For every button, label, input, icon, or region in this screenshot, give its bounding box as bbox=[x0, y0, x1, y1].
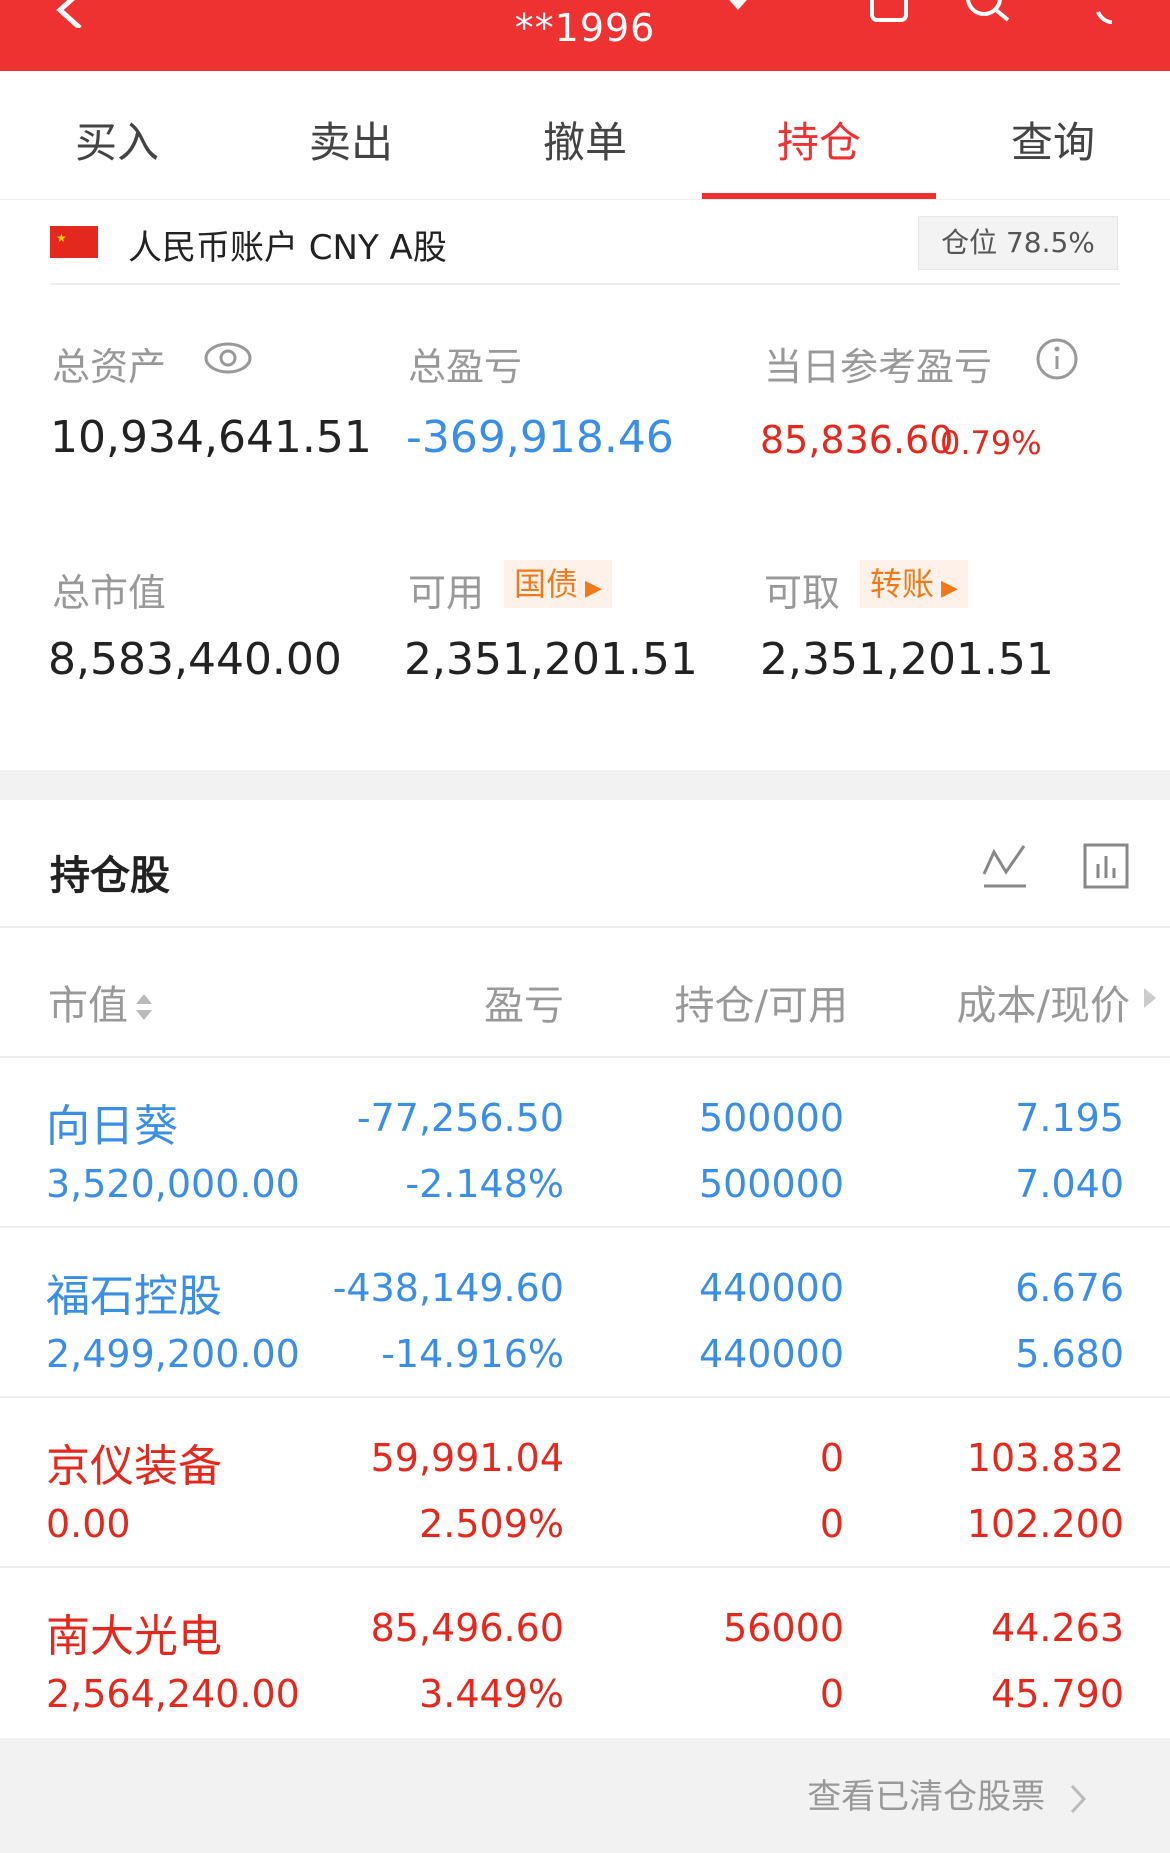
stock-available: 0 bbox=[819, 1672, 844, 1716]
cleared-stocks-link[interactable]: 查看已清仓股票 bbox=[807, 1769, 1090, 1818]
treasury-bond-button[interactable]: 国债 ▶ bbox=[504, 560, 612, 608]
stock-name[interactable]: 福石控股 bbox=[46, 1260, 222, 1324]
stock-pnl-percent: -14.916% bbox=[381, 1332, 564, 1376]
triangle-right-icon[interactable] bbox=[1140, 986, 1160, 1010]
total-assets-value: 10,934,641.51 bbox=[50, 412, 372, 463]
column-cost-price[interactable]: 成本/现价 bbox=[880, 973, 1130, 1031]
stock-cost: 103.832 bbox=[966, 1436, 1124, 1480]
stock-price: 45.790 bbox=[991, 1672, 1124, 1716]
stock-pnl-percent: 3.449% bbox=[419, 1672, 564, 1716]
stock-position: 500000 bbox=[698, 1096, 844, 1140]
stock-name[interactable]: 向日葵 bbox=[46, 1090, 178, 1154]
stock-price: 102.200 bbox=[966, 1502, 1124, 1546]
china-flag-icon: ★ bbox=[50, 226, 98, 258]
market-value-label: 总市值 bbox=[52, 571, 167, 615]
tab-bar: 买入 卖出 撤单 持仓 查询 bbox=[0, 71, 1170, 200]
treasury-bond-label: 国债 bbox=[514, 565, 579, 603]
footer: 查看已清仓股票 bbox=[0, 1738, 1170, 1853]
stock-pnl: 85,496.60 bbox=[370, 1606, 564, 1650]
stock-pnl: -438,149.60 bbox=[332, 1266, 564, 1310]
stock-position: 440000 bbox=[698, 1266, 844, 1310]
tab-sell[interactable]: 卖出 bbox=[234, 109, 468, 170]
top-bar: **1996 bbox=[0, 0, 1170, 71]
divider bbox=[0, 926, 1170, 928]
stock-price: 5.680 bbox=[1015, 1332, 1124, 1376]
total-pnl-value: -369,918.46 bbox=[406, 412, 674, 463]
info-icon[interactable] bbox=[1034, 336, 1080, 382]
available-value: 2,351,201.51 bbox=[404, 634, 698, 685]
daily-pnl-label: 当日参考盈亏 bbox=[764, 345, 993, 389]
stock-market-value: 3,520,000.00 bbox=[46, 1162, 300, 1206]
divider bbox=[0, 1396, 1170, 1398]
daily-pnl-value: 85,836.60 bbox=[760, 418, 954, 462]
stock-pnl-percent: -2.148% bbox=[405, 1162, 564, 1206]
stock-cost: 7.195 bbox=[1015, 1096, 1124, 1140]
column-position[interactable]: 持仓/可用 bbox=[620, 973, 848, 1031]
tab-positions[interactable]: 持仓 bbox=[702, 109, 936, 170]
tab-buy[interactable]: 买入 bbox=[0, 109, 234, 170]
total-assets-label: 总资产 bbox=[52, 345, 167, 389]
total-pnl-label: 总盈亏 bbox=[408, 345, 523, 389]
transfer-label: 转账 bbox=[870, 565, 935, 603]
stock-available: 500000 bbox=[698, 1162, 844, 1206]
position-ratio-badge: 仓位 78.5% bbox=[918, 216, 1118, 270]
withdrawable-label: 可取 bbox=[764, 571, 841, 615]
eye-icon[interactable] bbox=[202, 338, 254, 378]
stock-market-value: 2,564,240.00 bbox=[46, 1672, 300, 1716]
sort-icon bbox=[136, 994, 152, 1020]
triangle-right-icon: ▶ bbox=[934, 576, 958, 601]
daily-pnl-percent: 0.79% bbox=[940, 424, 1042, 462]
divider bbox=[50, 283, 1120, 285]
stock-name[interactable]: 南大光电 bbox=[46, 1600, 222, 1664]
stock-available: 0 bbox=[819, 1502, 844, 1546]
stock-position: 56000 bbox=[723, 1606, 844, 1650]
tab-cancel[interactable]: 撤单 bbox=[468, 109, 702, 170]
share-icon[interactable] bbox=[868, 0, 912, 26]
column-market-value[interactable]: 市值 bbox=[48, 973, 156, 1031]
stock-position: 0 bbox=[819, 1436, 844, 1480]
search-icon[interactable] bbox=[962, 0, 1014, 24]
chevron-down-icon[interactable] bbox=[720, 0, 756, 14]
stock-cost: 6.676 bbox=[1015, 1266, 1124, 1310]
divider bbox=[0, 1056, 1170, 1058]
divider bbox=[0, 1566, 1170, 1568]
column-market-value-label: 市值 bbox=[48, 983, 128, 1029]
stock-cost: 44.263 bbox=[991, 1606, 1124, 1650]
stock-available: 440000 bbox=[698, 1332, 844, 1376]
chevron-right-icon bbox=[1070, 1784, 1087, 1813]
stock-pnl: -77,256.50 bbox=[356, 1096, 564, 1140]
section-gap bbox=[0, 770, 1170, 800]
withdrawable-value: 2,351,201.51 bbox=[760, 634, 1054, 685]
stock-market-value: 2,499,200.00 bbox=[46, 1332, 300, 1376]
refresh-icon[interactable] bbox=[1060, 0, 1112, 24]
tab-query[interactable]: 查询 bbox=[936, 109, 1170, 170]
active-tab-indicator bbox=[702, 193, 936, 199]
trend-chart-icon[interactable] bbox=[980, 842, 1030, 890]
stock-pnl: 59,991.04 bbox=[370, 1436, 564, 1480]
transfer-button[interactable]: 转账 ▶ bbox=[860, 560, 968, 608]
divider bbox=[0, 1226, 1170, 1228]
holdings-title: 持仓股 bbox=[50, 853, 170, 899]
available-label: 可用 bbox=[408, 571, 485, 615]
account-name[interactable]: 人民币账户 CNY A股 bbox=[128, 220, 447, 269]
bar-chart-icon[interactable] bbox=[1082, 842, 1132, 892]
cleared-stocks-label: 查看已清仓股票 bbox=[807, 1777, 1046, 1817]
market-value-value: 8,583,440.00 bbox=[48, 634, 342, 685]
stock-market-value: 0.00 bbox=[46, 1502, 131, 1546]
stock-pnl-percent: 2.509% bbox=[419, 1502, 564, 1546]
column-pnl[interactable]: 盈亏 bbox=[400, 973, 564, 1031]
stock-price: 7.040 bbox=[1015, 1162, 1124, 1206]
stock-name[interactable]: 京仪装备 bbox=[46, 1430, 222, 1494]
triangle-right-icon: ▶ bbox=[578, 576, 602, 601]
